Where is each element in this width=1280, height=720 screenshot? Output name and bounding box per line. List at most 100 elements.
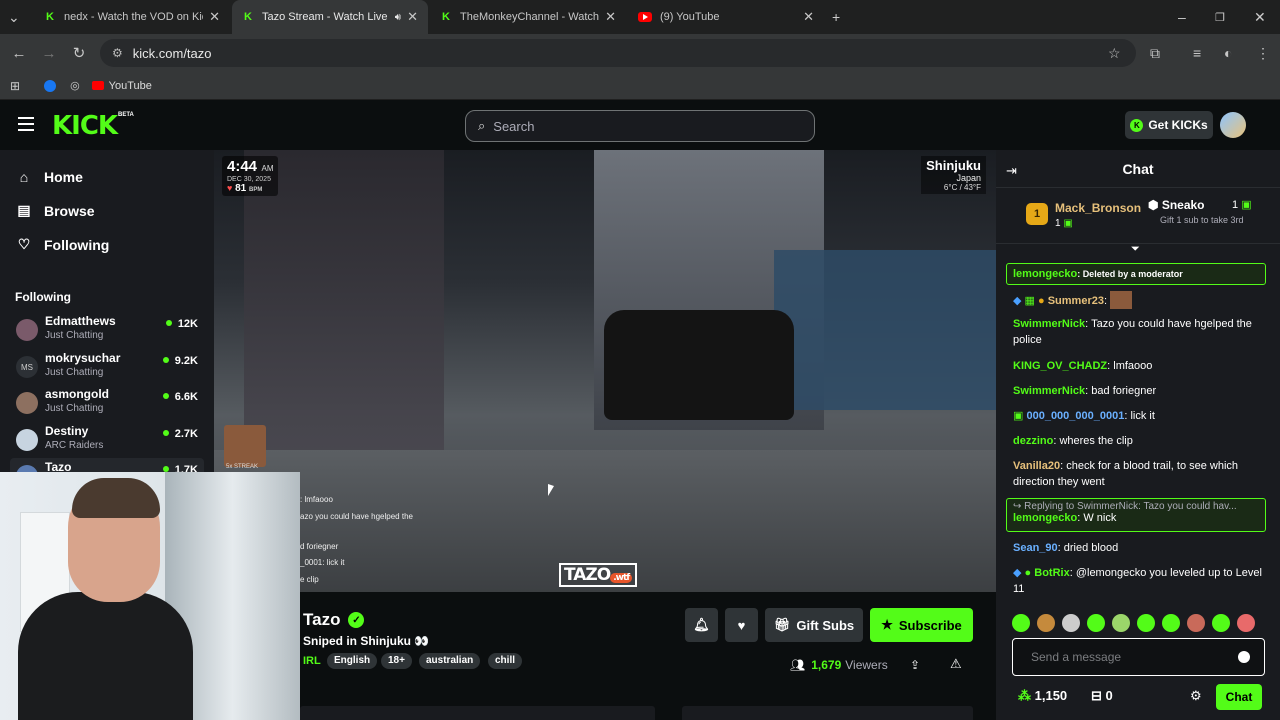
media-icon[interactable]: ≡ — [1193, 34, 1201, 72]
channel-name[interactable]: Tazo ✓ — [303, 610, 365, 630]
bookmark-star-icon[interactable]: ☆ — [1108, 34, 1121, 72]
heart-icon: ♥ — [737, 617, 746, 633]
address-bar[interactable]: ⚙ kick.com/tazo — [100, 39, 1136, 67]
avatar — [16, 392, 38, 414]
window-close-icon[interactable]: ✕ — [1254, 0, 1268, 34]
panel-strip — [300, 706, 655, 720]
avatar: MS — [16, 356, 38, 378]
emote-icon[interactable] — [1187, 614, 1205, 632]
gift-box-icon: ⊟ — [1091, 688, 1102, 703]
bookmark-youtube[interactable]: YouTube — [91, 80, 152, 92]
share-icon[interactable]: ⇪ — [910, 658, 920, 672]
emote-icon[interactable] — [1037, 614, 1055, 632]
gift-icon: 🎁︎ — [773, 617, 791, 632]
tag-english[interactable]: English — [327, 653, 378, 669]
bookmarks-bar: ⊞ ◎ YouTube — [0, 72, 1280, 100]
gift-badge-icon: ▣ — [1013, 410, 1024, 422]
globe-icon[interactable]: ◎ — [70, 79, 80, 92]
chat-message: Vanilla20: check for a blood trail, to s… — [1013, 460, 1239, 488]
following-section-title: Following — [15, 290, 71, 304]
follow-heart-button[interactable]: ♥ — [725, 608, 758, 642]
chat-message-input[interactable]: Send a message — [1012, 638, 1265, 676]
maximize-icon[interactable]: ❐ — [1215, 0, 1229, 34]
subscribe-button[interactable]: ★ Subscribe — [870, 608, 973, 642]
viewer-count: 6.6K — [163, 391, 198, 403]
reload-icon[interactable]: ↻ — [64, 44, 94, 62]
leader-count: 1 ▣ — [1055, 218, 1073, 229]
send-chat-button[interactable]: Chat — [1216, 684, 1262, 710]
close-tab-icon[interactable]: ✕ — [407, 9, 418, 25]
panel-strip — [682, 706, 973, 720]
leader-user[interactable]: Mack_Bronson — [1055, 201, 1141, 215]
sidebar-channel-destiny[interactable]: Destiny ARC Raiders 2.7K — [10, 422, 204, 458]
kick-logo[interactable]: KICK — [52, 111, 118, 141]
gift-subs-button[interactable]: 🎁︎ Gift Subs — [765, 608, 863, 642]
sidebar-nav-following[interactable]: ♡ Following — [16, 236, 110, 253]
close-tab-icon[interactable]: ✕ — [803, 9, 814, 25]
emoji-picker-icon[interactable] — [1238, 651, 1250, 663]
viewer-count: 9.2K — [163, 355, 198, 367]
browser-tab-4[interactable]: (9) YouTube ✕ — [628, 0, 824, 34]
home-icon: ⌂ — [19, 169, 29, 185]
emote-icon[interactable] — [1212, 614, 1230, 632]
browser-tab-2[interactable]: K Tazo Stream - Watch Live on 🔊︎ ✕ — [232, 0, 428, 34]
site-info-icon[interactable]: ⚙ — [112, 46, 123, 60]
extensions-icon[interactable]: ⧉ — [1150, 34, 1160, 72]
report-warning-icon[interactable]: ⚠ — [950, 656, 962, 672]
emote-icon[interactable] — [1112, 614, 1130, 632]
category-link[interactable]: IRL — [303, 655, 321, 667]
minimize-icon[interactable]: – — [1178, 0, 1192, 34]
emote-icon[interactable] — [1062, 614, 1080, 632]
browser-tab-1[interactable]: K nedx - Watch the VOD on Kick ✕ — [34, 0, 230, 34]
chat-message: SwimmerNick: bad foriegner — [1013, 385, 1157, 397]
channel-points[interactable]: ⊟ 0 — [1091, 688, 1113, 704]
close-tab-icon[interactable]: ✕ — [209, 9, 220, 25]
kicks-balance[interactable]: ⁂ 1,150 — [1018, 688, 1067, 704]
new-tab-icon[interactable]: + — [832, 0, 846, 34]
video-player[interactable]: 4:44 AM DEC 30, 2025 ♥ 81 BPM Shinjuku J… — [214, 150, 996, 592]
sidebar-channel-edmatthews[interactable]: Edmatthews Just Chatting 12K — [10, 312, 204, 348]
user-avatar[interactable] — [1220, 112, 1246, 138]
emote-icon[interactable] — [1137, 614, 1155, 632]
search-input[interactable]: ⌕ Search — [465, 110, 815, 142]
facebook-icon[interactable] — [44, 79, 57, 92]
youtube-icon — [91, 81, 104, 90]
expand-pinned-icon[interactable]: ⏷ — [1131, 243, 1140, 256]
tag-18plus[interactable]: 18+ — [381, 653, 412, 669]
sidebar-nav-browse[interactable]: ▤ Browse — [16, 202, 94, 219]
avatar — [16, 429, 38, 451]
leader-user-2[interactable]: ⬢ Sneako — [1148, 198, 1205, 212]
forward-icon[interactable]: → — [34, 45, 64, 62]
emote-icon[interactable] — [1012, 614, 1030, 632]
chat-settings-gear-icon[interactable]: ⚙ — [1190, 688, 1202, 704]
get-kicks-button[interactable]: K Get KICKs — [1125, 111, 1213, 139]
sidebar-channel-mokrysuchar[interactable]: MS mokrysuchar Just Chatting 9.2K — [10, 349, 204, 385]
video-scene — [244, 150, 444, 480]
hamburger-menu-icon[interactable] — [18, 117, 34, 131]
reply-context[interactable]: ↪ Replying to SwimmerNick: Tazo you coul… — [1013, 501, 1259, 512]
emote-icon[interactable] — [1087, 614, 1105, 632]
sidebar-nav-home[interactable]: ⌂ Home — [16, 169, 83, 185]
apps-grid-icon[interactable]: ⊞ — [10, 79, 20, 93]
browser-tab-strip: ⌄ K nedx - Watch the VOD on Kick ✕ K Taz… — [0, 0, 1280, 34]
chat-message: ▣ 000_000_000_0001: lick it — [1013, 410, 1155, 422]
bell-icon: 🔔︎ — [693, 617, 710, 632]
emote-icon[interactable] — [1162, 614, 1180, 632]
back-icon[interactable]: ← — [4, 45, 34, 62]
verified-bot-icon: ● — [1024, 567, 1032, 579]
notification-bell-button[interactable]: 🔔︎ — [685, 608, 718, 642]
tab-search-icon[interactable]: ⌄ — [8, 0, 28, 34]
browser-tab-3[interactable]: K TheMonkeyChannel - Watch the ✕ — [430, 0, 626, 34]
emote-icon[interactable] — [1237, 614, 1255, 632]
sidebar-channel-asmongold[interactable]: asmongold Just Chatting 6.6K — [10, 385, 204, 421]
speaker-icon[interactable]: 🔊︎ — [395, 12, 401, 23]
tag-australian[interactable]: australian — [419, 653, 481, 669]
rank-2-icon: ⬢ — [1148, 198, 1159, 212]
tag-chill[interactable]: chill — [488, 653, 523, 669]
chat-reply-message: ↪ Replying to SwimmerNick: Tazo you coul… — [1006, 498, 1266, 532]
menu-dots-icon[interactable]: ⋮ — [1256, 34, 1270, 72]
profile-icon[interactable]: ◐ — [1224, 34, 1232, 72]
kicks-coin-icon: K — [1130, 118, 1144, 132]
close-tab-icon[interactable]: ✕ — [605, 9, 616, 25]
video-scene — [774, 250, 996, 410]
